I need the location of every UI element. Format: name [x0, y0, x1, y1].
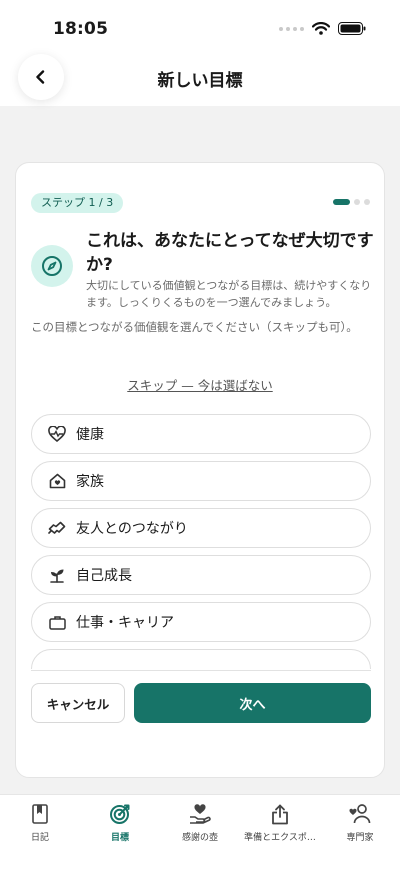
share-export-icon: [271, 803, 289, 825]
tab-label: 専門家: [346, 833, 374, 843]
option-partial[interactable]: [31, 649, 371, 669]
option-label: 健康: [76, 427, 104, 443]
step-badge: ステップ 1 / 3: [31, 193, 124, 213]
journal-icon: [32, 803, 48, 825]
option-family[interactable]: 家族: [31, 461, 371, 501]
cancel-button[interactable]: キャンセル: [31, 683, 125, 723]
next-button[interactable]: 次へ: [134, 683, 371, 723]
option-self-growth[interactable]: 自己成長: [31, 555, 371, 595]
skip-link[interactable]: スキップ — 今は選ばない: [16, 375, 384, 394]
tab-goals[interactable]: 目標: [80, 795, 160, 869]
option-label: 友人とのつながり: [76, 521, 188, 537]
page-title: 新しい目標: [157, 71, 243, 91]
heart-pulse-icon: [48, 425, 66, 443]
tab-label: 準備とエクスポ…: [244, 833, 316, 843]
question-heading: これは、あなたにとってなぜ大切ですか?: [86, 231, 374, 275]
value-selection-prompt: この目標とつながる価値観を選んでください（スキップも可）。: [31, 320, 358, 334]
question-description: 大切にしている価値観とつながる目標は、続けやすくなります。しっくりくるものを一つ…: [86, 279, 372, 309]
option-friends[interactable]: 友人とのつながり: [31, 508, 371, 548]
progress-dot: [364, 199, 370, 205]
tab-bar: 日記 目標 感謝の壺 準備とエクスポ… 専門家: [0, 794, 400, 869]
compass-icon: [31, 245, 73, 287]
progress-dot: [354, 199, 360, 205]
tab-label: 日記: [30, 833, 49, 843]
gratitude-jar-icon: [188, 803, 212, 825]
option-label: 自己成長: [76, 568, 132, 584]
signal-dots-icon: [279, 26, 304, 31]
target-icon: [109, 803, 131, 825]
status-icons: [279, 22, 366, 35]
tab-label: 目標: [110, 833, 129, 843]
option-work-career[interactable]: 仕事・キャリア: [31, 602, 371, 642]
sprout-icon: [48, 566, 66, 584]
goal-step-card: ステップ 1 / 3 これは、あなたにとってなぜ大切ですか? 大切にしている価値…: [15, 162, 385, 778]
option-label: 家族: [76, 474, 104, 490]
tab-prepare-export[interactable]: 準備とエクスポ…: [240, 795, 320, 869]
divider: [31, 670, 371, 671]
handshake-icon: [48, 519, 66, 537]
battery-icon: [338, 22, 366, 35]
tab-gratitude-jar[interactable]: 感謝の壺: [160, 795, 240, 869]
option-label: 仕事・キャリア: [76, 615, 174, 631]
tab-experts[interactable]: 専門家: [320, 795, 400, 869]
step-progress-indicator: [333, 199, 370, 205]
experts-icon: [348, 803, 372, 825]
home-heart-icon: [48, 472, 66, 490]
option-health[interactable]: 健康: [31, 414, 371, 454]
value-options-list: 健康 家族 友人とのつながり 自己成長 仕事・キャリア: [31, 414, 371, 669]
briefcase-icon: [48, 613, 66, 631]
tab-journal[interactable]: 日記: [0, 795, 80, 869]
wifi-icon: [312, 22, 330, 35]
tab-label: 感謝の壺: [181, 833, 218, 843]
progress-dot-active: [333, 199, 350, 205]
status-bar: 18:05: [0, 0, 400, 52]
nav-bar: 新しい目標: [0, 52, 400, 106]
status-time: 18:05: [53, 19, 109, 39]
